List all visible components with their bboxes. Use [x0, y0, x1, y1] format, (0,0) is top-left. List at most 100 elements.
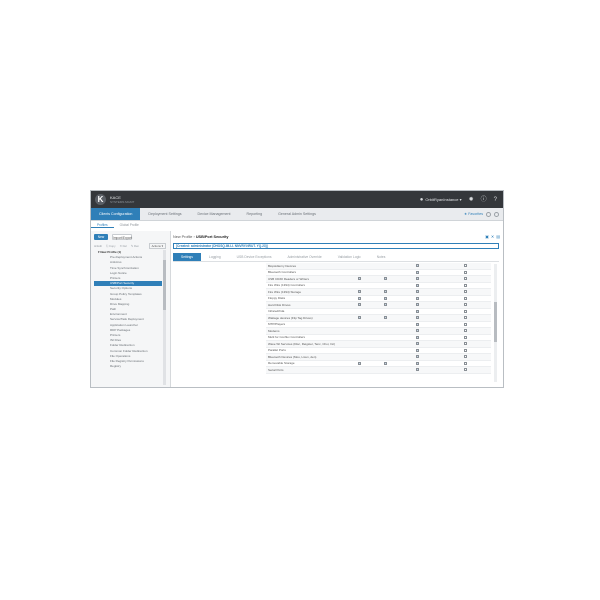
copy-tool[interactable]: ⎘ Copy	[106, 244, 116, 248]
device-name: Biopsidterny Devices	[268, 263, 297, 268]
checkbox[interactable]	[416, 290, 419, 293]
subnav-profiles[interactable]: Profiles	[91, 223, 114, 228]
device-name: MTP/Players	[268, 322, 286, 327]
actions-dropdown[interactable]: Actions ▾	[148, 242, 166, 249]
checkbox[interactable]	[416, 342, 419, 345]
checkbox[interactable]	[464, 277, 467, 280]
checkbox[interactable]	[416, 368, 419, 371]
nav-tab-deployment-settings[interactable]: Deployment Settings	[140, 208, 189, 220]
checkbox[interactable]	[358, 290, 361, 293]
top-bar: K KACE SYSTEMS MGMT ● OrbitRyanInstance …	[91, 191, 503, 208]
info-icon[interactable]: ⓘ	[481, 197, 487, 203]
device-settings-grid: Biopsidterny Devices Bluetooth Controller…	[266, 263, 491, 383]
grid-scrollbar[interactable]	[494, 264, 497, 382]
checkbox[interactable]	[464, 355, 467, 358]
nav-tab-reporting[interactable]: Reporting	[239, 208, 271, 220]
checkbox[interactable]	[464, 361, 467, 365]
device-name: Modems	[268, 328, 280, 333]
breadcrumb-parent[interactable]: New Profile	[173, 235, 192, 239]
nav-tab-device-management[interactable]: Device Management	[190, 208, 239, 220]
user-menu[interactable]: ● OrbitRyanInstance ▾	[420, 197, 462, 203]
device-name: Bluetooth Controllers	[268, 270, 297, 275]
breadcrumb-current: USB/Port Security	[195, 235, 229, 239]
checkbox[interactable]	[464, 290, 467, 293]
tab-usb-device-exceptions[interactable]: USB Device Exceptions	[229, 253, 280, 261]
checkbox[interactable]	[464, 329, 467, 332]
device-name: Hard Disk Drives	[268, 302, 291, 307]
user-icon: ●	[419, 196, 424, 203]
rename-tool[interactable]: ✎ Ren	[131, 244, 139, 248]
checkbox[interactable]	[464, 309, 467, 313]
favorites-link[interactable]: ★ Favorites	[464, 212, 483, 216]
checkbox[interactable]	[464, 283, 467, 287]
delete-icon[interactable]: ▤	[496, 234, 500, 239]
profile-tree: ▾ New Profile (1) Pre-Deployment Actions…	[94, 250, 162, 387]
checkbox[interactable]	[384, 277, 387, 280]
tab-settings[interactable]: Settings	[173, 253, 201, 261]
checkbox[interactable]	[464, 342, 467, 345]
tab-validation-logic[interactable]: Validation Logic	[330, 253, 369, 261]
sidebar-toolbar: ⊞ Edit ⎘ Copy ✕ Del ✎ Ren Actions ▾	[94, 242, 166, 249]
checkbox[interactable]	[464, 335, 467, 339]
checkbox[interactable]	[416, 270, 419, 274]
settings-tabs: Settings Logging USB Device Exceptions A…	[173, 253, 499, 262]
checkbox[interactable]	[358, 277, 361, 280]
refresh-icon[interactable]	[486, 211, 491, 217]
checkbox[interactable]	[384, 303, 387, 306]
gear-icon[interactable]: ✹	[469, 197, 474, 203]
device-name: Fire Wire (1394) Storage	[268, 289, 302, 294]
checkbox[interactable]	[416, 322, 419, 326]
checkbox[interactable]	[358, 316, 361, 319]
edit-tool[interactable]: ⊞ Edit	[94, 244, 102, 248]
checkbox[interactable]	[416, 335, 419, 339]
import-export-button[interactable]: Import/Export	[112, 234, 132, 240]
checkbox[interactable]	[464, 322, 467, 326]
save-icon[interactable]: ▣	[485, 234, 489, 239]
new-button[interactable]: New	[94, 234, 108, 240]
panel-icons: ▣ ✕ ▤	[485, 234, 500, 239]
checkbox[interactable]	[416, 277, 419, 280]
checkbox[interactable]	[416, 316, 419, 319]
close-icon[interactable]: ✕	[491, 234, 494, 239]
checkbox[interactable]	[416, 309, 419, 313]
tab-administrative-override[interactable]: Administrative Override	[279, 253, 329, 261]
checkbox[interactable]	[384, 361, 387, 365]
checkbox[interactable]	[358, 296, 361, 300]
checkbox[interactable]	[416, 348, 419, 352]
checkbox[interactable]	[358, 361, 361, 365]
checkbox[interactable]	[416, 361, 419, 365]
device-name: Fire Wire (1394) Controllers	[268, 283, 306, 288]
delete-tool[interactable]: ✕ Del	[120, 244, 127, 248]
checkbox[interactable]	[384, 290, 387, 293]
checkbox[interactable]	[416, 296, 419, 300]
checkbox[interactable]	[384, 296, 387, 300]
checkbox[interactable]	[464, 348, 467, 352]
checkbox[interactable]	[384, 316, 387, 319]
checkbox[interactable]	[464, 316, 467, 319]
tab-logging[interactable]: Logging	[201, 253, 229, 261]
checkbox[interactable]	[416, 283, 419, 287]
checkbox[interactable]	[464, 270, 467, 274]
sidebar-scroll-thumb[interactable]	[163, 260, 166, 310]
tab-notes[interactable]: Notes	[369, 253, 394, 261]
settings-circle-icon[interactable]	[494, 211, 499, 217]
device-name: Bluetooth Devices (Mou, Licen, den)	[268, 354, 317, 359]
kace-logo-icon: K	[95, 194, 106, 205]
checkbox[interactable]	[358, 303, 361, 306]
help-icon[interactable]: ?	[494, 197, 497, 203]
checkbox[interactable]	[464, 368, 467, 371]
nav-tab-clients-configuration[interactable]: Clients Configuration	[91, 208, 141, 220]
checkbox[interactable]	[464, 303, 467, 306]
checkbox[interactable]	[416, 264, 419, 267]
grid-scroll-thumb[interactable]	[494, 302, 497, 342]
checkbox[interactable]	[416, 303, 419, 306]
subnav-global-profile[interactable]: Global Profile	[114, 223, 145, 227]
nav-tab-general-admin-settings[interactable]: General Admin Settings	[270, 208, 324, 220]
checkbox[interactable]	[416, 355, 419, 358]
checkbox[interactable]	[464, 264, 467, 267]
checkbox[interactable]	[464, 296, 467, 300]
tree-item[interactable]: Registry	[94, 364, 162, 369]
sidebar-scrollbar[interactable]	[163, 250, 166, 385]
device-name: Floppy Disks	[268, 296, 286, 301]
checkbox[interactable]	[416, 329, 419, 332]
